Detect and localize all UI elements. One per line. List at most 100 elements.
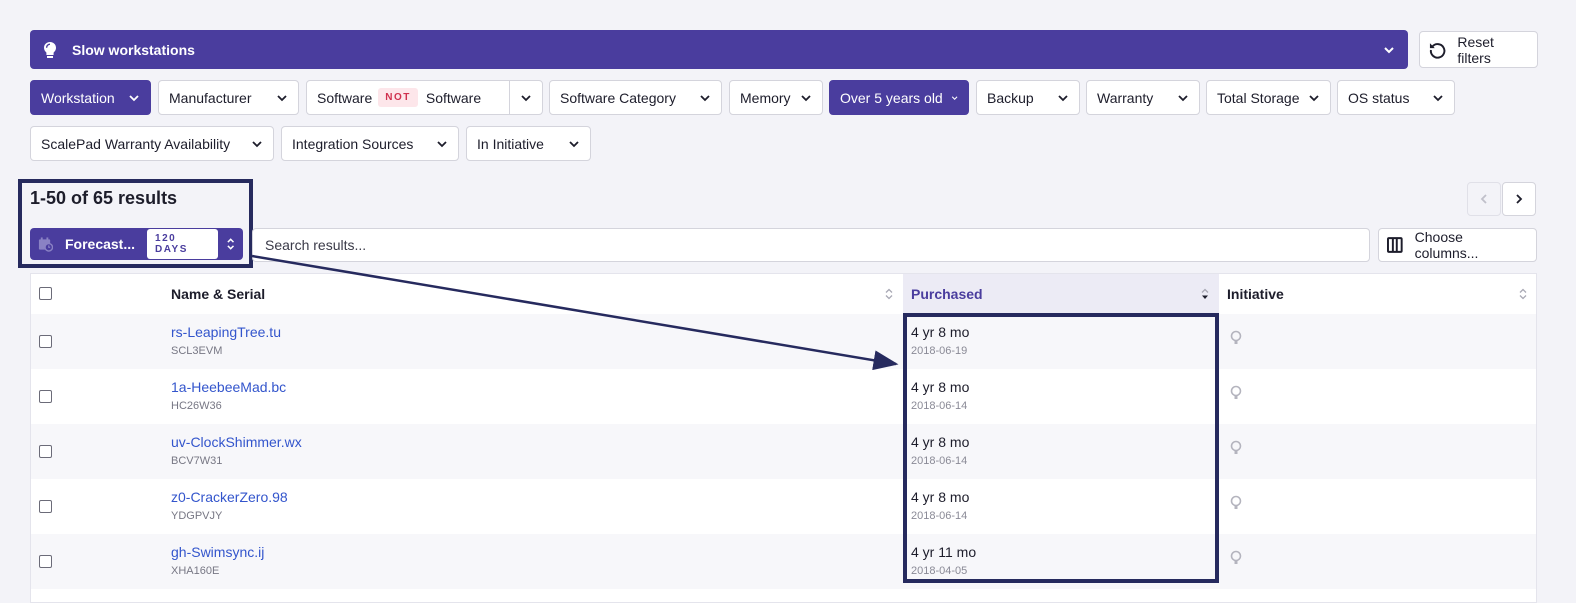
column-header-label: Initiative — [1227, 286, 1284, 302]
initiative-lightbulb-icon[interactable] — [1229, 550, 1243, 568]
reset-filters-label: Reset filters — [1457, 33, 1494, 66]
row-checkbox[interactable] — [39, 445, 52, 458]
chevron-down-icon — [1058, 94, 1068, 101]
device-name-link[interactable]: 1a-HeebeeMad.bc — [171, 379, 286, 395]
row-checkbox[interactable] — [39, 335, 52, 348]
chevron-down-icon — [521, 94, 531, 101]
filter-backup[interactable]: Backup — [976, 80, 1080, 115]
initiative-lightbulb-icon[interactable] — [1229, 495, 1243, 513]
purchased-age: 4 yr 8 mo — [911, 324, 970, 340]
columns-icon — [1387, 237, 1403, 253]
lightbulb-icon — [42, 41, 58, 58]
initiative-lightbulb-icon[interactable] — [1229, 330, 1243, 348]
filter-in-initiative[interactable]: In Initiative — [466, 126, 591, 161]
purchased-age: 4 yr 11 mo — [911, 544, 977, 560]
reset-icon — [1429, 42, 1446, 59]
chevron-down-icon — [569, 140, 579, 147]
filter-software-category[interactable]: Software Category — [549, 80, 722, 115]
device-serial: SCL3EVM — [171, 345, 223, 357]
chevron-down-icon — [1309, 94, 1319, 101]
device-name-link[interactable]: gh-Swimsync.ij — [171, 544, 264, 560]
column-header-name[interactable]: Name & Serial — [171, 274, 903, 314]
software-filter-dropdown[interactable] — [509, 81, 542, 114]
next-page-button[interactable] — [1502, 182, 1536, 216]
row-checkbox[interactable] — [39, 555, 52, 568]
chevron-down-icon — [437, 140, 447, 147]
device-serial: BCV7W31 — [171, 455, 223, 467]
saved-view-title: Slow workstations — [72, 41, 195, 58]
row-checkbox[interactable] — [39, 390, 52, 403]
results-table: Name & Serial Purchased Initiative rs-Le… — [30, 273, 1537, 603]
purchased-date: 2018-06-19 — [911, 345, 968, 357]
row-checkbox[interactable] — [39, 500, 52, 513]
purchased-date: 2018-06-14 — [911, 455, 968, 467]
purchased-age: 4 yr 8 mo — [911, 379, 970, 395]
device-serial: XHA160E — [171, 565, 220, 577]
filter-workstation[interactable]: Workstation — [30, 80, 151, 115]
sort-updown-icon — [226, 238, 234, 250]
filter-over-5-years-old[interactable]: Over 5 years old — [829, 80, 969, 115]
filter-manufacturer[interactable]: Manufacturer — [158, 80, 299, 115]
forecast-label: Forecast... — [64, 236, 136, 252]
column-header-label: Name & Serial — [171, 286, 266, 302]
chevron-down-icon — [1384, 46, 1394, 53]
filter-label: Manufacturer — [169, 89, 252, 106]
device-name-link[interactable]: z0-CrackerZero.98 — [171, 489, 288, 505]
chevron-down-icon — [1433, 94, 1443, 101]
table-row[interactable]: z0-CrackerZero.98 YDGPVJY 4 yr 8 mo 2018… — [31, 479, 1536, 534]
forecast-selector[interactable]: Forecast... 120 DAYS — [30, 228, 243, 260]
chevron-down-icon — [129, 94, 139, 101]
device-name-link[interactable]: rs-LeapingTree.tu — [171, 324, 281, 340]
saved-view-selector[interactable]: Slow workstations — [30, 30, 1408, 69]
filter-integration-sources[interactable]: Integration Sources — [281, 126, 459, 161]
chevron-down-icon — [277, 94, 287, 101]
chevron-right-icon — [1516, 194, 1523, 204]
filter-scalepad-warranty-availability[interactable]: ScalePad Warranty Availability — [30, 126, 274, 161]
purchased-age: 4 yr 8 mo — [911, 434, 970, 450]
chevron-down-icon — [700, 94, 710, 101]
column-header-purchased[interactable]: Purchased — [903, 274, 1219, 314]
table-header: Name & Serial Purchased Initiative — [31, 274, 1536, 315]
sort-descending-icon — [1201, 288, 1209, 299]
filter-label: Software Category — [560, 89, 676, 106]
device-name-link[interactable]: uv-ClockShimmer.wx — [171, 434, 302, 450]
software-filter-body: Software NOT Software — [307, 81, 509, 114]
select-all-checkbox[interactable] — [39, 287, 52, 300]
table-row[interactable]: rs-LeapingTree.tu SCL3EVM 4 yr 8 mo 2018… — [31, 314, 1536, 369]
purchased-date: 2018-06-14 — [911, 510, 968, 522]
filter-label: Memory — [740, 89, 791, 106]
filter-os-status[interactable]: OS status — [1337, 80, 1455, 115]
results-count: 1-50 of 65 results — [30, 188, 178, 208]
chevron-down-icon — [252, 140, 262, 147]
table-row[interactable]: uv-ClockShimmer.wx BCV7W31 4 yr 8 mo 201… — [31, 424, 1536, 479]
filter-memory[interactable]: Memory — [729, 80, 823, 115]
chevron-down-icon — [1178, 94, 1188, 101]
purchased-date: 2018-04-05 — [911, 565, 968, 577]
search-input[interactable] — [252, 228, 1370, 262]
filter-label: Software — [317, 89, 373, 106]
previous-page-button[interactable] — [1467, 182, 1501, 216]
reset-filters-button[interactable]: Reset filters — [1419, 31, 1538, 68]
chevron-down-icon — [801, 94, 811, 101]
sort-icon — [885, 288, 893, 300]
filter-label: In Initiative — [477, 135, 544, 152]
column-header-initiative[interactable]: Initiative — [1227, 274, 1537, 314]
calendar-clock-icon — [38, 237, 53, 252]
filter-total-storage[interactable]: Total Storage — [1206, 80, 1331, 115]
choose-columns-label: Choose columns... — [1414, 229, 1479, 261]
initiative-lightbulb-icon[interactable] — [1229, 440, 1243, 458]
filter-software[interactable]: Software NOT Software — [306, 80, 543, 115]
initiative-lightbulb-icon[interactable] — [1229, 385, 1243, 403]
device-serial: YDGPVJY — [171, 510, 223, 522]
filter-label: Warranty — [1097, 89, 1154, 106]
purchased-date: 2018-06-14 — [911, 400, 968, 412]
column-header-label: Purchased — [911, 286, 983, 302]
purchased-age: 4 yr 8 mo — [911, 489, 970, 505]
filter-warranty[interactable]: Warranty — [1086, 80, 1200, 115]
filter-label: Software — [425, 89, 482, 106]
filter-label: Total Storage — [1217, 89, 1300, 106]
chevron-left-icon — [1480, 194, 1487, 204]
table-row[interactable]: 1a-HeebeeMad.bc HC26W36 4 yr 8 mo 2018-0… — [31, 369, 1536, 424]
choose-columns-button[interactable]: Choose columns... — [1378, 228, 1537, 262]
table-row[interactable]: gh-Swimsync.ij XHA160E 4 yr 11 mo 2018-0… — [31, 534, 1536, 589]
